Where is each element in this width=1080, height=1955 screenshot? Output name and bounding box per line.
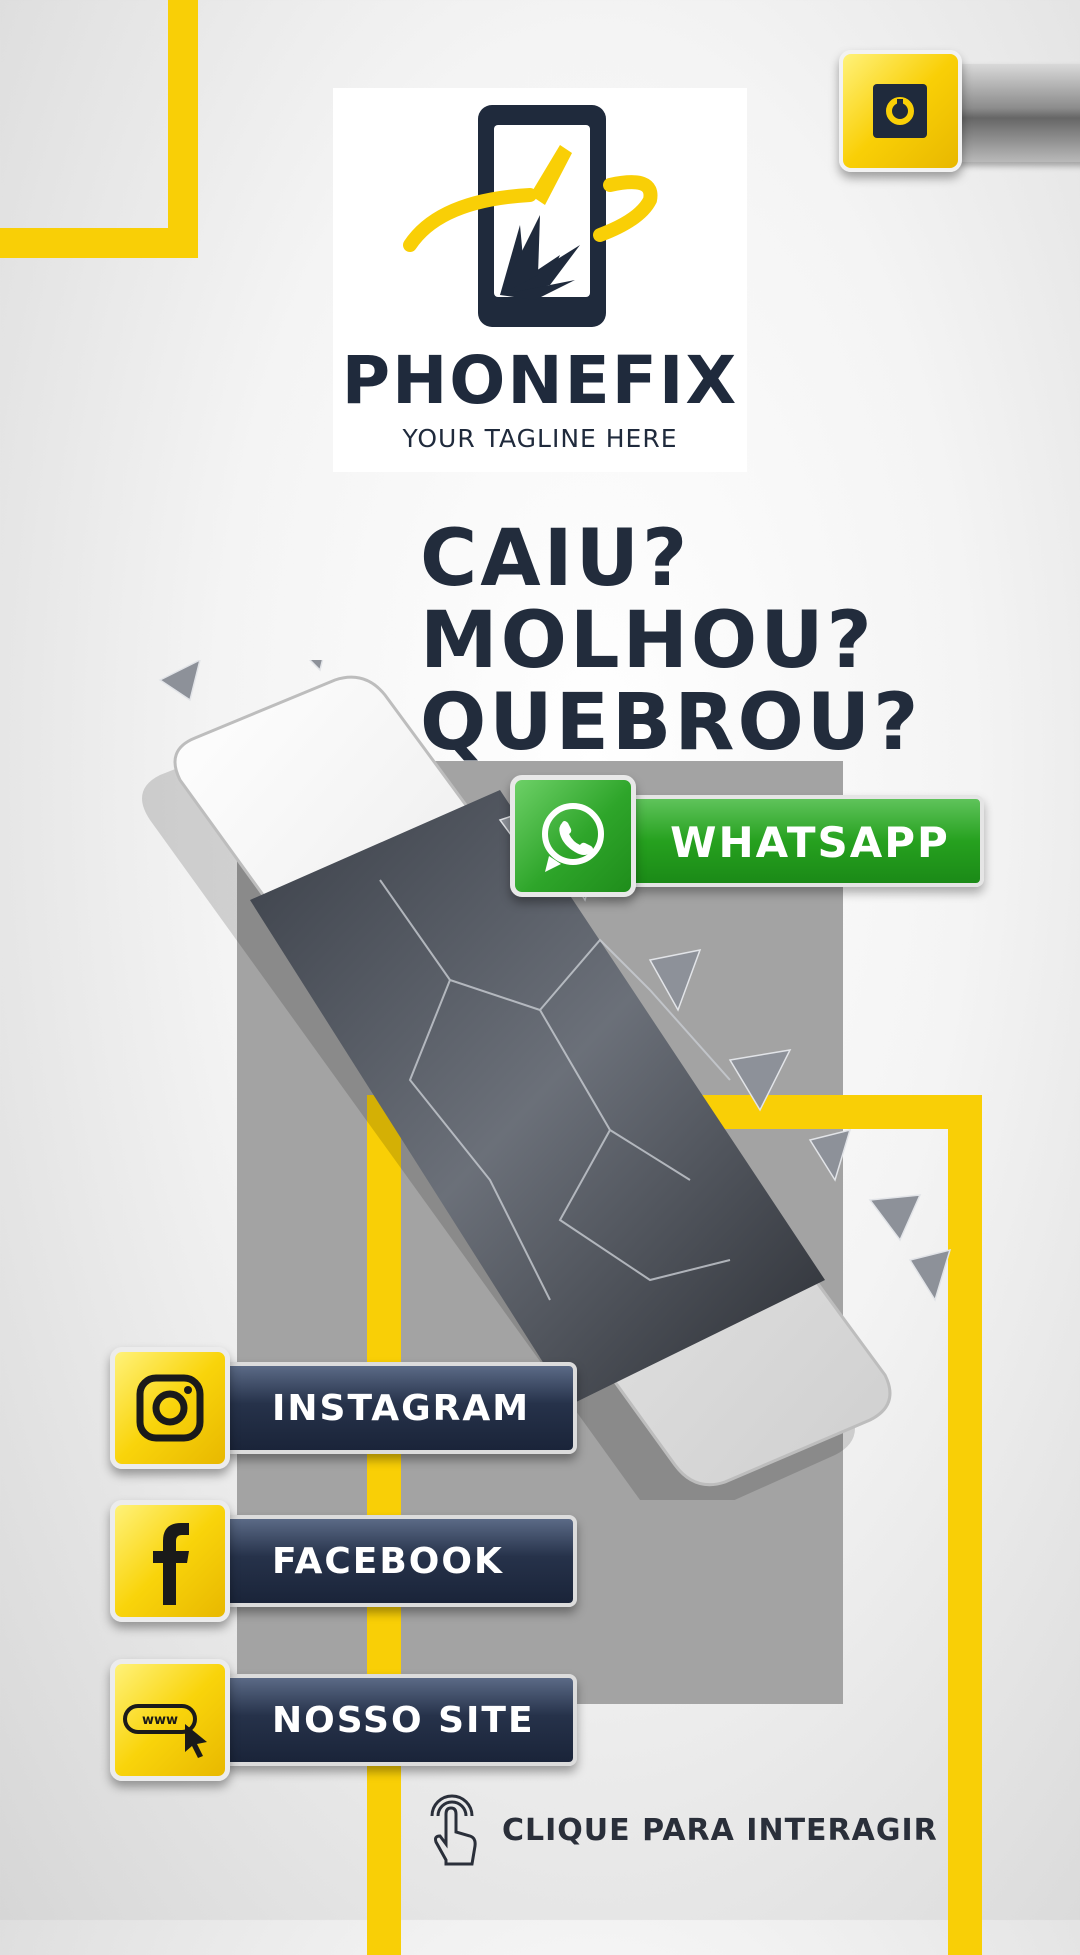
facebook-icon-box[interactable]: [110, 1500, 230, 1622]
brand-tagline: YOUR TAGLINE HERE: [402, 424, 678, 453]
facebook-icon: [153, 1523, 189, 1605]
cta-text: CLIQUE PARA INTERAGIR: [502, 1813, 938, 1848]
instagram-icon: [136, 1374, 204, 1442]
yellow-frame-top-left: [0, 0, 198, 258]
headline-line-1: CAIU?: [420, 514, 691, 604]
touch-hand-icon: [430, 1794, 477, 1866]
phone-repair-logo-icon: [403, 105, 658, 327]
www-cursor-icon: www: [123, 1704, 207, 1758]
whatsapp-button-label: WHATSAPP: [670, 818, 950, 867]
instagram-button-label: INSTAGRAM: [272, 1388, 531, 1429]
instagram-icon-box[interactable]: [110, 1347, 230, 1469]
facebook-button-label: FACEBOOK: [272, 1541, 504, 1582]
uber-button[interactable]: [839, 50, 962, 172]
brand-name: PHONEFIX: [341, 342, 739, 419]
whatsapp-icon-box[interactable]: [510, 775, 636, 897]
website-button-label: NOSSO SITE: [272, 1700, 535, 1741]
headline-line-2: MOLHOU?: [420, 596, 875, 686]
uber-icon: [873, 84, 927, 138]
whatsapp-icon: [542, 803, 604, 872]
uber-button-tail: [955, 64, 1080, 162]
headline: CAIU? MOLHOU? QUEBROU?: [420, 518, 980, 764]
headline-line-3: QUEBROU?: [420, 678, 922, 768]
website-icon-box[interactable]: www: [110, 1659, 230, 1781]
www-icon-text: www: [142, 1713, 178, 1728]
